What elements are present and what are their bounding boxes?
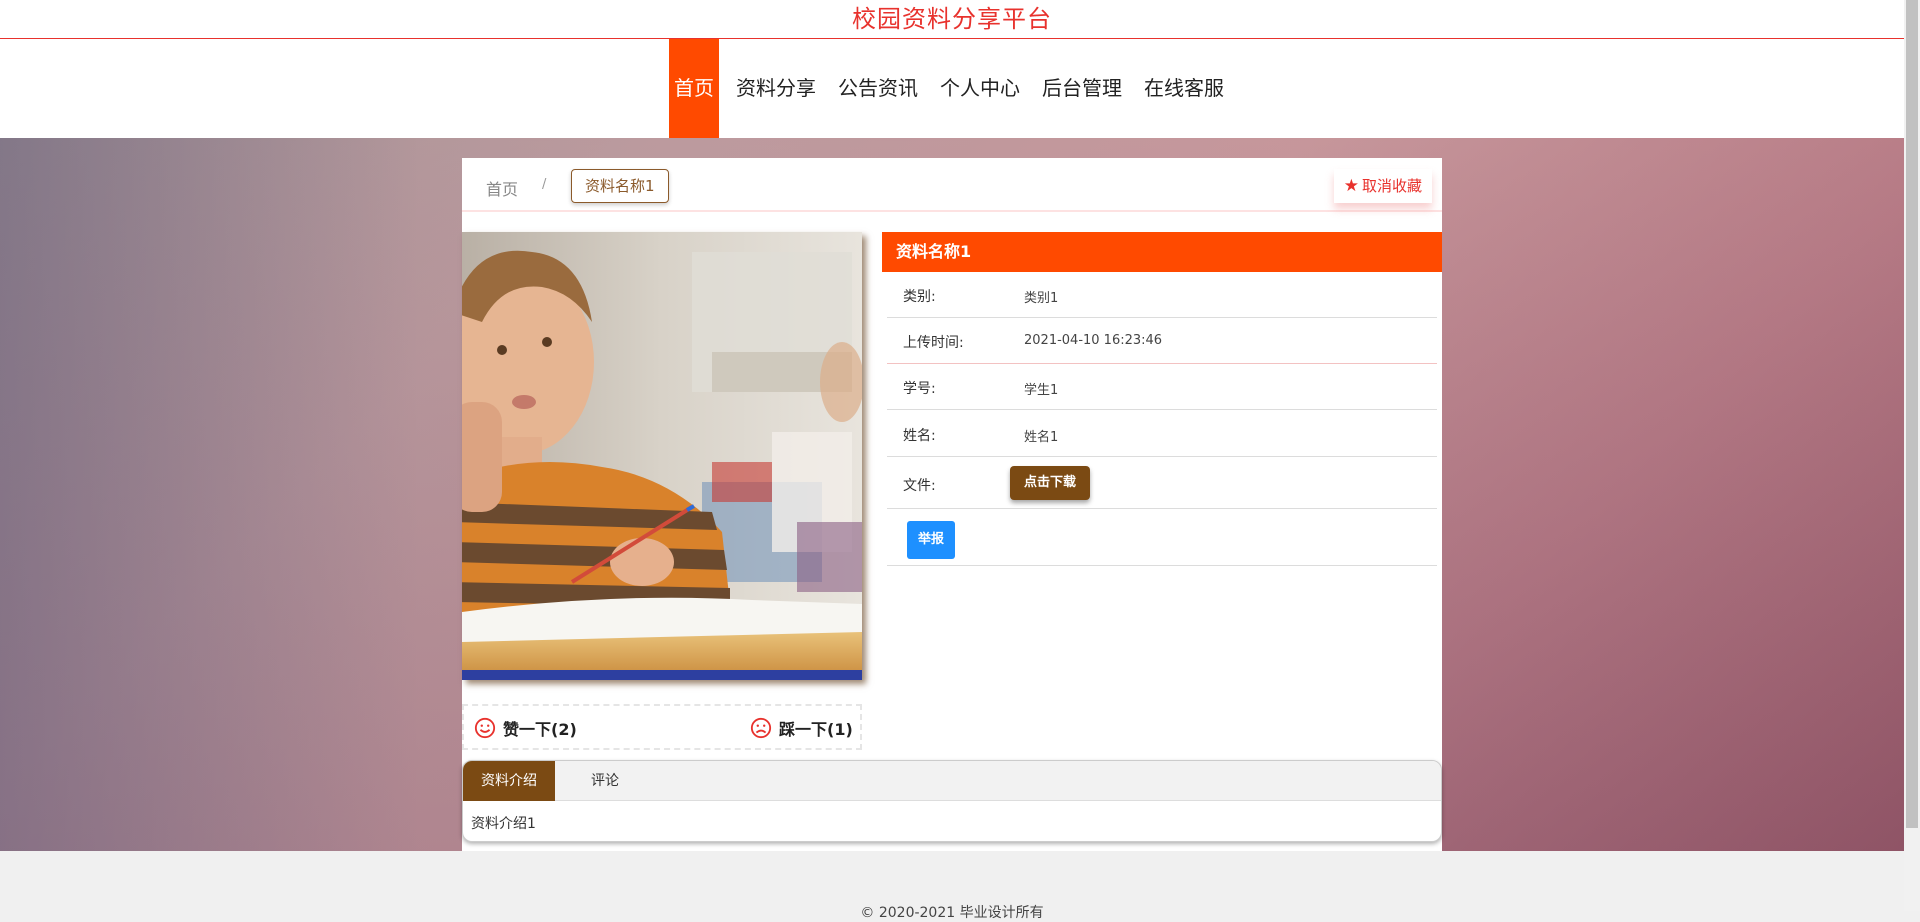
scrollbar-thumb[interactable]	[1906, 0, 1918, 828]
nav-item-admin[interactable]: 后台管理	[1037, 39, 1127, 138]
info-row-report: 举报	[887, 509, 1437, 566]
resource-cover-image	[462, 232, 862, 680]
star-icon: ★	[1343, 176, 1359, 196]
tab-introduction[interactable]: 资料介绍	[463, 761, 555, 801]
breadcrumb-current: 资料名称1	[571, 169, 669, 203]
like-button[interactable]: 赞一下(2)	[474, 716, 577, 740]
info-value: 姓名1	[1024, 430, 1059, 445]
nav-item-customer-service[interactable]: 在线客服	[1139, 39, 1229, 138]
detail-tabs: 资料介绍 评论 资料介绍1	[462, 760, 1442, 842]
nav-item-announcements[interactable]: 公告资讯	[833, 39, 923, 138]
report-button[interactable]: 举报	[907, 521, 955, 559]
like-label: 赞一下(2)	[503, 720, 577, 739]
info-value: 学生1	[1024, 383, 1059, 398]
page-scrollbar[interactable]	[1904, 0, 1920, 911]
breadcrumb-separator: /	[542, 177, 547, 192]
tab-bar: 资料介绍 评论	[463, 761, 1441, 801]
vote-bar: 赞一下(2) 踩一下(1)	[462, 704, 862, 750]
unfavorite-label: 取消收藏	[1361, 177, 1422, 195]
detail-card: 首页 / 资料名称1 ★ 取消收藏 赞一下(2) 踩一下(1) 资料名称1 类别…	[462, 158, 1442, 851]
footer: © 2020-2021 毕业设计所有	[0, 863, 1904, 921]
download-button[interactable]: 点击下载	[1010, 466, 1091, 500]
site-title: 校园资料分享平台	[852, 5, 1052, 33]
info-row-name: 姓名: 姓名1	[887, 410, 1437, 457]
smile-icon	[474, 717, 496, 739]
info-value: 2021-04-10 16:23:46	[1024, 333, 1163, 348]
info-label: 文件:	[903, 478, 936, 494]
info-label: 类别:	[903, 289, 936, 305]
unfavorite-button[interactable]: ★ 取消收藏	[1333, 169, 1432, 203]
tab-comments[interactable]: 评论	[573, 761, 637, 801]
info-label: 学号:	[903, 381, 936, 397]
tab-content: 资料介绍1	[471, 816, 536, 832]
breadcrumb-home[interactable]: 首页	[486, 176, 518, 200]
footer-copyright: © 2020-2021 毕业设计所有	[860, 905, 1044, 921]
info-row-student-id: 学号: 学生1	[887, 364, 1437, 410]
frown-icon	[750, 717, 772, 739]
dislike-button[interactable]: 踩一下(1)	[750, 716, 853, 740]
nav-item-personal-center[interactable]: 个人中心	[935, 39, 1025, 138]
info-row-upload-time: 上传时间: 2021-04-10 16:23:46	[887, 318, 1437, 364]
info-label: 上传时间:	[903, 335, 964, 351]
detail-title: 资料名称1	[882, 232, 1442, 272]
main-nav: 首页 资料分享 公告资讯 个人中心 后台管理 在线客服	[0, 39, 1904, 138]
info-row-category: 类别: 类别1	[887, 272, 1437, 318]
dislike-label: 踩一下(1)	[779, 720, 853, 739]
breadcrumb: 首页 / 资料名称1 ★ 取消收藏	[462, 158, 1442, 212]
nav-item-home[interactable]: 首页	[669, 39, 719, 138]
info-value: 类别1	[1024, 291, 1059, 306]
nav-item-resource-share[interactable]: 资料分享	[731, 39, 821, 138]
info-label: 姓名:	[903, 428, 936, 444]
info-row-file: 文件: 点击下载	[887, 457, 1437, 509]
site-header: 校园资料分享平台	[0, 0, 1904, 39]
